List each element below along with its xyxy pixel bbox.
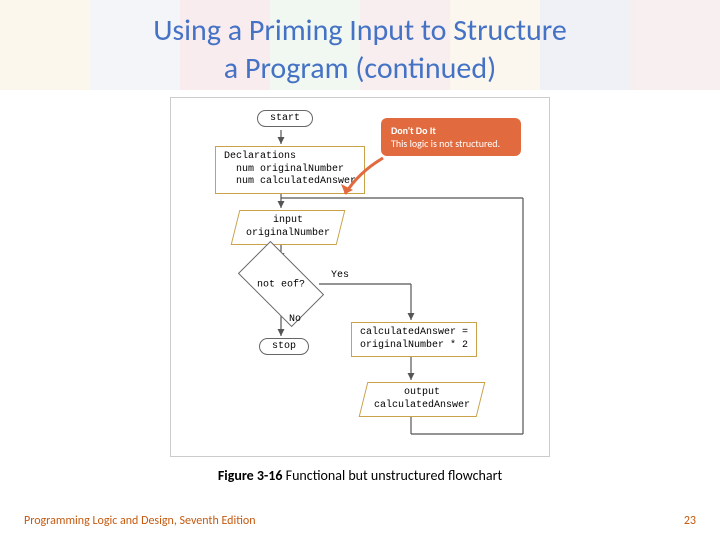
label-no: No <box>289 314 301 325</box>
slide-title: Using a Priming Input to Structure a Pro… <box>0 0 720 95</box>
title-line-1: Using a Priming Input to Structure <box>153 12 567 49</box>
title-line-2: a Program (continued) <box>224 50 496 87</box>
warning-callout: Don't Do It This logic is not structured… <box>381 118 521 156</box>
caption-text: Functional but unstructured flowchart <box>282 467 502 484</box>
flow-decision: not eof? <box>243 261 319 307</box>
figure-caption: Figure 3-16 Functional but unstructured … <box>0 467 720 484</box>
flowchart-figure: start Declarations num originalNumber nu… <box>170 97 550 457</box>
flow-output: output calculatedAnswer <box>359 382 486 417</box>
footer-book-title: Programming Logic and Design, Seventh Ed… <box>24 514 256 528</box>
footer-page-number: 23 <box>684 514 696 528</box>
slide-footer: Programming Logic and Design, Seventh Ed… <box>0 514 720 528</box>
callout-body: This logic is not structured. <box>391 137 511 150</box>
label-yes: Yes <box>331 270 349 281</box>
flow-start: start <box>257 110 313 127</box>
callout-arrow-icon <box>339 154 389 204</box>
flow-stop: stop <box>259 338 309 355</box>
callout-header: Don't Do It <box>391 124 511 137</box>
flow-input: input originalNumber <box>231 210 346 245</box>
caption-figure-number: Figure 3-16 <box>218 467 283 484</box>
flow-calc: calculatedAnswer = originalNumber * 2 <box>351 322 477 357</box>
